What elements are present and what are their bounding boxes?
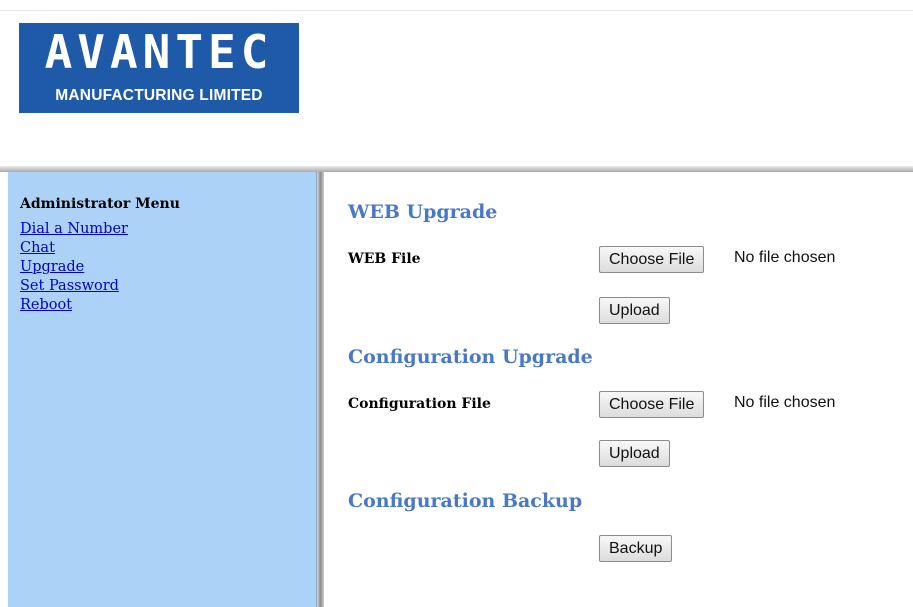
menu-item: Reboot [20, 295, 128, 314]
config-backup-button[interactable]: Backup [599, 535, 673, 562]
menu-list: Dial a Number Chat Upgrade Set Password … [20, 219, 128, 314]
menu-title: Administrator Menu [20, 196, 180, 212]
menu-link-set-password[interactable]: Set Password [20, 278, 119, 294]
web-upgrade-title: WEB Upgrade [348, 201, 498, 223]
top-divider [0, 10, 913, 11]
logo: AVANTEC MANUFACTURING LIMITED [19, 23, 299, 113]
menu-link-upgrade[interactable]: Upgrade [20, 259, 84, 275]
config-upload-button[interactable]: Upload [599, 440, 670, 467]
page: AVANTEC MANUFACTURING LIMITED Administra… [0, 0, 913, 607]
web-file-label: WEB File [348, 251, 421, 267]
web-upload-button[interactable]: Upload [599, 297, 670, 324]
menu-item: Chat [20, 238, 128, 257]
main-content: WEB Upgrade WEB File Choose File No file… [348, 172, 908, 607]
menu-link-dial-a-number[interactable]: Dial a Number [20, 221, 128, 237]
web-file-status: No file chosen [734, 249, 836, 266]
config-upgrade-title: Configuration Upgrade [348, 346, 593, 368]
menu-item: Upgrade [20, 257, 128, 276]
config-backup-title: Configuration Backup [348, 490, 583, 512]
menu-item: Dial a Number [20, 219, 128, 238]
logo-brand: AVANTEC [44, 25, 274, 79]
sidebar: Administrator Menu Dial a Number Chat Up… [8, 172, 317, 607]
logo-subtitle: MANUFACTURING LIMITED [55, 87, 263, 104]
config-file-status: No file chosen [734, 394, 836, 411]
web-choose-file-button[interactable]: Choose File [599, 246, 705, 273]
menu-link-chat[interactable]: Chat [20, 240, 55, 256]
config-file-label: Configuration File [348, 396, 491, 412]
frame-divider[interactable] [317, 172, 324, 607]
menu-link-reboot[interactable]: Reboot [20, 297, 72, 313]
config-choose-file-button[interactable]: Choose File [599, 391, 705, 418]
menu-item: Set Password [20, 276, 128, 295]
